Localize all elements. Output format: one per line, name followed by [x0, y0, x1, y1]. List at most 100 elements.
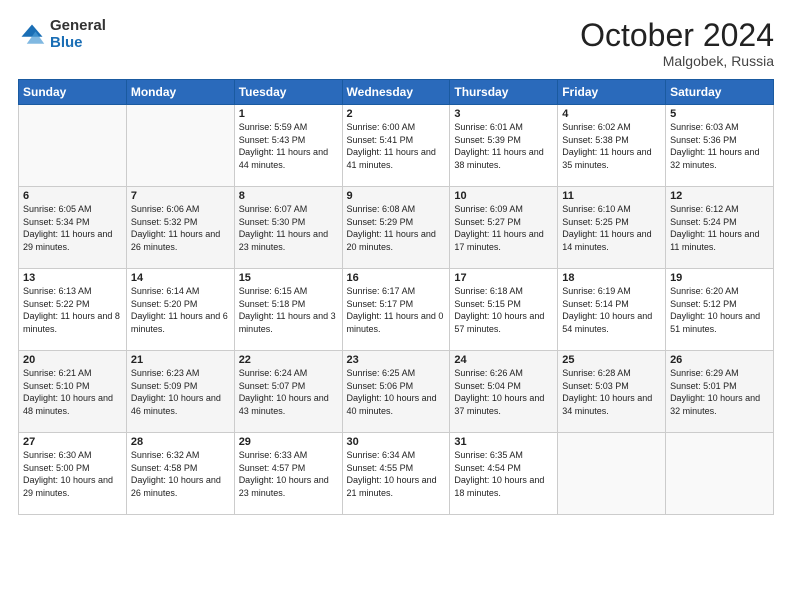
week-row-3: 13Sunrise: 6:13 AM Sunset: 5:22 PM Dayli… [19, 269, 774, 351]
day-number: 11 [562, 190, 661, 202]
day-info: Sunrise: 6:25 AM Sunset: 5:06 PM Dayligh… [347, 367, 446, 417]
day-info: Sunrise: 6:26 AM Sunset: 5:04 PM Dayligh… [454, 367, 553, 417]
calendar-cell: 6Sunrise: 6:05 AM Sunset: 5:34 PM Daylig… [19, 187, 127, 269]
day-number: 4 [562, 108, 661, 120]
calendar-cell: 27Sunrise: 6:30 AM Sunset: 5:00 PM Dayli… [19, 433, 127, 515]
day-number: 18 [562, 272, 661, 284]
day-info: Sunrise: 6:08 AM Sunset: 5:29 PM Dayligh… [347, 203, 446, 253]
weekday-header-thursday: Thursday [450, 80, 558, 105]
calendar-cell: 29Sunrise: 6:33 AM Sunset: 4:57 PM Dayli… [234, 433, 342, 515]
logo-general: General [50, 18, 106, 35]
day-info: Sunrise: 6:12 AM Sunset: 5:24 PM Dayligh… [670, 203, 769, 253]
weekday-header-monday: Monday [126, 80, 234, 105]
day-number: 6 [23, 190, 122, 202]
logo: General Blue [18, 18, 106, 51]
calendar-cell: 15Sunrise: 6:15 AM Sunset: 5:18 PM Dayli… [234, 269, 342, 351]
day-info: Sunrise: 6:06 AM Sunset: 5:32 PM Dayligh… [131, 203, 230, 253]
calendar-cell: 2Sunrise: 6:00 AM Sunset: 5:41 PM Daylig… [342, 105, 450, 187]
day-info: Sunrise: 6:24 AM Sunset: 5:07 PM Dayligh… [239, 367, 338, 417]
day-info: Sunrise: 6:02 AM Sunset: 5:38 PM Dayligh… [562, 121, 661, 171]
day-number: 20 [23, 354, 122, 366]
calendar-cell: 28Sunrise: 6:32 AM Sunset: 4:58 PM Dayli… [126, 433, 234, 515]
day-info: Sunrise: 6:03 AM Sunset: 5:36 PM Dayligh… [670, 121, 769, 171]
logo-icon [18, 21, 46, 49]
page: General Blue October 2024 Malgobek, Russ… [0, 0, 792, 612]
calendar-cell: 17Sunrise: 6:18 AM Sunset: 5:15 PM Dayli… [450, 269, 558, 351]
day-number: 24 [454, 354, 553, 366]
logo-blue: Blue [50, 35, 106, 52]
day-number: 16 [347, 272, 446, 284]
day-info: Sunrise: 5:59 AM Sunset: 5:43 PM Dayligh… [239, 121, 338, 171]
day-info: Sunrise: 6:17 AM Sunset: 5:17 PM Dayligh… [347, 285, 446, 335]
day-info: Sunrise: 6:29 AM Sunset: 5:01 PM Dayligh… [670, 367, 769, 417]
calendar-cell: 9Sunrise: 6:08 AM Sunset: 5:29 PM Daylig… [342, 187, 450, 269]
weekday-header-sunday: Sunday [19, 80, 127, 105]
title-block: October 2024 Malgobek, Russia [580, 18, 774, 69]
day-number: 30 [347, 436, 446, 448]
calendar-cell: 12Sunrise: 6:12 AM Sunset: 5:24 PM Dayli… [666, 187, 774, 269]
calendar-cell: 16Sunrise: 6:17 AM Sunset: 5:17 PM Dayli… [342, 269, 450, 351]
day-info: Sunrise: 6:34 AM Sunset: 4:55 PM Dayligh… [347, 449, 446, 499]
calendar-cell: 10Sunrise: 6:09 AM Sunset: 5:27 PM Dayli… [450, 187, 558, 269]
week-row-2: 6Sunrise: 6:05 AM Sunset: 5:34 PM Daylig… [19, 187, 774, 269]
header: General Blue October 2024 Malgobek, Russ… [18, 18, 774, 69]
weekday-header-row: SundayMondayTuesdayWednesdayThursdayFrid… [19, 80, 774, 105]
day-number: 15 [239, 272, 338, 284]
week-row-5: 27Sunrise: 6:30 AM Sunset: 5:00 PM Dayli… [19, 433, 774, 515]
day-number: 26 [670, 354, 769, 366]
calendar-cell: 24Sunrise: 6:26 AM Sunset: 5:04 PM Dayli… [450, 351, 558, 433]
calendar-cell: 20Sunrise: 6:21 AM Sunset: 5:10 PM Dayli… [19, 351, 127, 433]
day-number: 13 [23, 272, 122, 284]
day-info: Sunrise: 6:33 AM Sunset: 4:57 PM Dayligh… [239, 449, 338, 499]
day-number: 19 [670, 272, 769, 284]
calendar-cell: 1Sunrise: 5:59 AM Sunset: 5:43 PM Daylig… [234, 105, 342, 187]
calendar-cell: 30Sunrise: 6:34 AM Sunset: 4:55 PM Dayli… [342, 433, 450, 515]
month-title: October 2024 [580, 18, 774, 53]
calendar-cell [558, 433, 666, 515]
calendar-cell [126, 105, 234, 187]
week-row-1: 1Sunrise: 5:59 AM Sunset: 5:43 PM Daylig… [19, 105, 774, 187]
weekday-header-friday: Friday [558, 80, 666, 105]
day-info: Sunrise: 6:35 AM Sunset: 4:54 PM Dayligh… [454, 449, 553, 499]
calendar-cell: 22Sunrise: 6:24 AM Sunset: 5:07 PM Dayli… [234, 351, 342, 433]
day-number: 2 [347, 108, 446, 120]
day-number: 23 [347, 354, 446, 366]
day-info: Sunrise: 6:18 AM Sunset: 5:15 PM Dayligh… [454, 285, 553, 335]
day-info: Sunrise: 6:09 AM Sunset: 5:27 PM Dayligh… [454, 203, 553, 253]
calendar-cell: 19Sunrise: 6:20 AM Sunset: 5:12 PM Dayli… [666, 269, 774, 351]
day-info: Sunrise: 6:19 AM Sunset: 5:14 PM Dayligh… [562, 285, 661, 335]
day-number: 5 [670, 108, 769, 120]
weekday-header-wednesday: Wednesday [342, 80, 450, 105]
weekday-header-tuesday: Tuesday [234, 80, 342, 105]
calendar-cell: 18Sunrise: 6:19 AM Sunset: 5:14 PM Dayli… [558, 269, 666, 351]
day-number: 25 [562, 354, 661, 366]
day-number: 10 [454, 190, 553, 202]
day-info: Sunrise: 6:10 AM Sunset: 5:25 PM Dayligh… [562, 203, 661, 253]
day-info: Sunrise: 6:14 AM Sunset: 5:20 PM Dayligh… [131, 285, 230, 335]
day-info: Sunrise: 6:23 AM Sunset: 5:09 PM Dayligh… [131, 367, 230, 417]
day-number: 8 [239, 190, 338, 202]
day-info: Sunrise: 6:07 AM Sunset: 5:30 PM Dayligh… [239, 203, 338, 253]
day-number: 17 [454, 272, 553, 284]
day-number: 22 [239, 354, 338, 366]
calendar-cell: 13Sunrise: 6:13 AM Sunset: 5:22 PM Dayli… [19, 269, 127, 351]
day-info: Sunrise: 6:21 AM Sunset: 5:10 PM Dayligh… [23, 367, 122, 417]
calendar-cell: 23Sunrise: 6:25 AM Sunset: 5:06 PM Dayli… [342, 351, 450, 433]
location: Malgobek, Russia [580, 53, 774, 69]
day-info: Sunrise: 6:28 AM Sunset: 5:03 PM Dayligh… [562, 367, 661, 417]
day-number: 31 [454, 436, 553, 448]
day-info: Sunrise: 6:01 AM Sunset: 5:39 PM Dayligh… [454, 121, 553, 171]
calendar-cell: 3Sunrise: 6:01 AM Sunset: 5:39 PM Daylig… [450, 105, 558, 187]
calendar-cell: 21Sunrise: 6:23 AM Sunset: 5:09 PM Dayli… [126, 351, 234, 433]
calendar-cell: 26Sunrise: 6:29 AM Sunset: 5:01 PM Dayli… [666, 351, 774, 433]
day-info: Sunrise: 6:30 AM Sunset: 5:00 PM Dayligh… [23, 449, 122, 499]
calendar-cell: 11Sunrise: 6:10 AM Sunset: 5:25 PM Dayli… [558, 187, 666, 269]
calendar-cell: 5Sunrise: 6:03 AM Sunset: 5:36 PM Daylig… [666, 105, 774, 187]
calendar-cell [666, 433, 774, 515]
day-number: 9 [347, 190, 446, 202]
day-info: Sunrise: 6:20 AM Sunset: 5:12 PM Dayligh… [670, 285, 769, 335]
logo-text: General Blue [50, 18, 106, 51]
calendar-cell: 31Sunrise: 6:35 AM Sunset: 4:54 PM Dayli… [450, 433, 558, 515]
week-row-4: 20Sunrise: 6:21 AM Sunset: 5:10 PM Dayli… [19, 351, 774, 433]
day-number: 1 [239, 108, 338, 120]
